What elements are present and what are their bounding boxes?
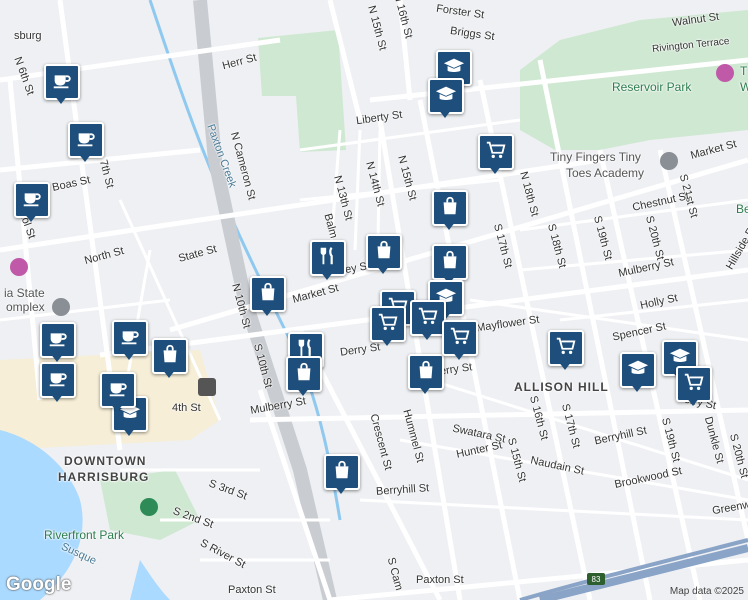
bag-icon	[373, 239, 395, 266]
bag-icon	[415, 359, 437, 386]
train-station-icon[interactable]	[198, 378, 216, 396]
map-marker-grocery[interactable]	[548, 330, 584, 372]
map-marker-shopping[interactable]	[408, 354, 444, 396]
cart-icon	[683, 371, 705, 398]
bag-icon	[159, 343, 181, 370]
map-marker-shopping[interactable]	[324, 454, 360, 496]
map-marker-cafe[interactable]	[68, 122, 104, 164]
coffee-icon	[21, 187, 43, 214]
map-marker-cafe[interactable]	[14, 182, 50, 224]
cart-icon	[485, 139, 507, 166]
coffee-icon	[51, 69, 73, 96]
coffee-icon	[47, 367, 69, 394]
map-marker-shopping[interactable]	[432, 190, 468, 232]
park-area	[258, 30, 346, 152]
cart-icon	[377, 311, 399, 338]
map-marker-grocery[interactable]	[676, 366, 712, 408]
bag-icon	[439, 249, 461, 276]
map-marker-restaurant[interactable]	[310, 240, 346, 282]
svg-text:83: 83	[592, 575, 601, 584]
map-base: 83	[0, 0, 748, 600]
coffee-icon	[47, 327, 69, 354]
map-marker-grocery[interactable]	[442, 320, 478, 362]
google-logo: Google	[6, 574, 72, 595]
school-icon	[627, 357, 649, 384]
coffee-icon	[75, 127, 97, 154]
map-marker-shopping[interactable]	[250, 276, 286, 318]
utensils-icon	[317, 245, 339, 272]
cart-icon	[449, 325, 471, 352]
map-attribution: Map data ©2025	[669, 586, 744, 597]
bag-icon	[257, 281, 279, 308]
bag-icon	[331, 459, 353, 486]
map-marker-shopping[interactable]	[286, 356, 322, 398]
map-marker-shopping[interactable]	[152, 338, 188, 380]
map-marker-cafe[interactable]	[112, 320, 148, 362]
museum-icon[interactable]	[716, 64, 734, 82]
map-marker-school[interactable]	[428, 78, 464, 120]
map-marker-cafe[interactable]	[40, 322, 76, 364]
map-marker-grocery[interactable]	[410, 300, 446, 342]
school-poi-icon[interactable]	[660, 152, 678, 170]
coffee-icon	[119, 325, 141, 352]
map-view[interactable]: 83 sburg N 6th St Boas St 7th St Herr St…	[0, 0, 748, 600]
map-marker-school[interactable]	[620, 352, 656, 394]
coffee-icon	[107, 377, 129, 404]
bag-icon	[293, 361, 315, 388]
school-icon	[435, 83, 457, 110]
landmark-icon[interactable]	[52, 298, 70, 316]
cart-icon	[555, 335, 577, 362]
map-marker-grocery[interactable]	[478, 134, 514, 176]
bag-icon	[439, 195, 461, 222]
map-marker-cafe[interactable]	[100, 372, 136, 414]
museum-icon[interactable]	[10, 258, 28, 276]
map-marker-cafe[interactable]	[44, 64, 80, 106]
cart-icon	[417, 305, 439, 332]
map-marker-grocery[interactable]	[370, 306, 406, 348]
park-tree-icon[interactable]	[140, 498, 158, 516]
map-marker-shopping[interactable]	[366, 234, 402, 276]
map-marker-cafe[interactable]	[40, 362, 76, 404]
